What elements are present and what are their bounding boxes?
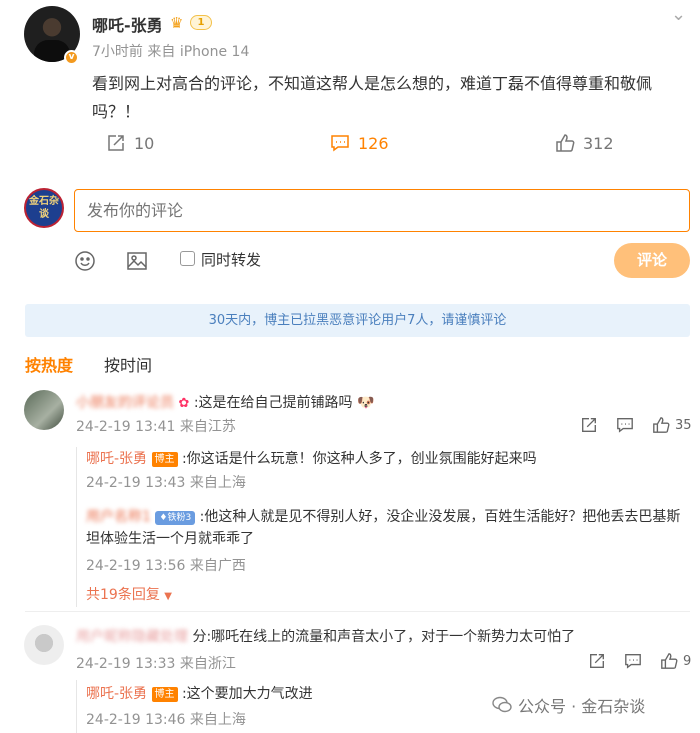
commenter-name[interactable]: 小朋友的评论员: [76, 395, 174, 411]
dog-emoji-icon: 🐶: [356, 395, 375, 411]
more-replies-label: 共19条回复: [86, 587, 160, 603]
level-badge: 1: [190, 15, 212, 30]
reply-divider: [76, 447, 77, 607]
comment-button[interactable]: 126: [330, 133, 389, 153]
reply-time: 24-2-19 13:46: [86, 712, 186, 728]
repost-icon: [108, 135, 124, 151]
post-source: iPhone 14: [179, 44, 250, 60]
reply-meta: 24-2-19 13:46 来自上海: [86, 709, 246, 729]
repost-count: 10: [134, 133, 155, 153]
comment-like-button[interactable]: 9: [660, 652, 691, 670]
comment-text: :这是在给自己提前铺路吗: [193, 395, 353, 411]
reply-author[interactable]: 哪吒-张勇: [86, 686, 147, 702]
reply-time: 24-2-19 13:43: [86, 475, 186, 491]
comment-icon: [331, 135, 349, 152]
thumbs-up-icon: [556, 134, 575, 152]
my-avatar: 金石杂谈: [24, 188, 64, 228]
comment-actions: 35: [580, 416, 692, 434]
comment-line: 小朋友的评论员 ✿ :这是在给自己提前铺路吗 🐶: [76, 392, 374, 412]
wechat-icon: [492, 696, 512, 713]
commenter-avatar[interactable]: [24, 390, 64, 430]
like-button[interactable]: 312: [555, 133, 614, 153]
reply-location: 来自上海: [189, 712, 246, 728]
comment-meta: 24-2-19 13:41 来自江苏: [76, 416, 236, 436]
comment-meta: 24-2-19 13:33 来自浙江: [76, 653, 236, 673]
repost-checkbox[interactable]: [180, 251, 195, 266]
comment-actions: 9: [588, 652, 691, 670]
emoji-icon[interactable]: [74, 250, 96, 272]
comment-like-count: 9: [683, 653, 692, 669]
like-count: 312: [583, 133, 614, 153]
comment-line: 用户昵称隐藏处理 分:哪吒在线上的流量和声音太小了，对于一个新势力太可怕了: [76, 626, 575, 646]
share-icon[interactable]: [580, 416, 598, 434]
reply-line: 哪吒-张勇 博主 :你这话是什么玩意！你这种人多了，创业氛围能好起来吗: [86, 448, 537, 468]
reply-location: 来自广西: [189, 558, 246, 574]
crown-icon: ♛: [170, 14, 184, 32]
submit-comment-button[interactable]: 评论: [614, 243, 690, 278]
comment-time: 24-2-19 13:33: [76, 656, 176, 672]
comment-input[interactable]: [74, 189, 690, 232]
blacklist-notice: 30天内，博主已拉黑恶意评论用户7人，请谨慎评论: [25, 304, 690, 337]
reply-author[interactable]: 哪吒-张勇: [86, 451, 147, 467]
comment-time: 24-2-19 13:41: [76, 419, 176, 435]
reply-icon[interactable]: [624, 652, 642, 670]
tab-sort-time[interactable]: 按时间: [104, 352, 152, 376]
reply-meta: 24-2-19 13:43 来自上海: [86, 472, 246, 492]
thumbs-up-icon: [661, 653, 678, 669]
reply-divider: [76, 680, 77, 733]
host-badge: 博主: [151, 452, 178, 467]
comment-like-button[interactable]: 35: [652, 416, 692, 434]
reply-text: :你这话是什么玩意！你这种人多了，创业氛围能好起来吗: [181, 451, 537, 467]
post-source-prefix: 来自: [147, 44, 176, 60]
fan-badge: ♦铁粉3: [155, 511, 196, 525]
fire-badge-icon: ✿: [178, 396, 190, 411]
post-time: 7小时前: [92, 44, 143, 60]
comment-location: 来自浙江: [179, 656, 236, 672]
thumbs-up-icon: [653, 417, 670, 433]
comment-count: 126: [358, 133, 389, 153]
reply-location: 来自上海: [189, 475, 246, 491]
reply-text: :这个要加大力气改进: [181, 686, 313, 702]
post-meta: 7小时前 来自 iPhone 14: [92, 41, 249, 61]
commenter-name[interactable]: 用户昵称隐藏处理: [76, 629, 188, 645]
commenter-avatar[interactable]: [24, 625, 64, 665]
caret-down-icon: ▼: [164, 591, 172, 602]
reply-line: 哪吒-张勇 博主 :这个要加大力气改进: [86, 683, 313, 703]
post-body: 看到网上对高合的评论，不知道这帮人是怎么想的，难道丁磊不值得尊重和敬佩吗？！: [92, 74, 653, 121]
reply-time: 24-2-19 13:56: [86, 558, 186, 574]
tab-sort-hot[interactable]: 按热度: [25, 352, 73, 376]
reply-line: 用户名称1 ♦铁粉3 :他这种人就是见不得别人好，没企业没发展，百姓生活能好？把…: [86, 506, 686, 550]
comment-location: 来自江苏: [179, 419, 236, 435]
image-icon[interactable]: [126, 250, 148, 272]
watermark: 公众号 · 金石杂谈: [492, 693, 645, 717]
more-options-icon[interactable]: ⌄: [671, 4, 686, 25]
repost-checkbox-label: 同时转发: [201, 251, 262, 269]
share-icon[interactable]: [588, 652, 606, 670]
comment-like-count: 35: [675, 417, 692, 433]
repost-button[interactable]: 10: [106, 133, 154, 153]
reply-meta: 24-2-19 13:56 来自广西: [86, 555, 246, 575]
fan-badge-label: 铁粉3: [167, 513, 192, 523]
more-replies-link[interactable]: 共19条回复 ▼: [86, 584, 172, 604]
comment-text: 分:哪吒在线上的流量和声音太小了，对于一个新势力太可怕了: [192, 629, 576, 645]
watermark-text: 公众号 · 金石杂谈: [518, 697, 646, 716]
reply-icon[interactable]: [616, 416, 634, 434]
reply-author[interactable]: 用户名称1: [86, 509, 151, 525]
host-badge: 博主: [151, 687, 178, 702]
comment-separator: [25, 611, 690, 612]
verified-badge-icon: v: [64, 50, 79, 65]
post-author-name[interactable]: 哪吒-张勇: [92, 12, 163, 36]
